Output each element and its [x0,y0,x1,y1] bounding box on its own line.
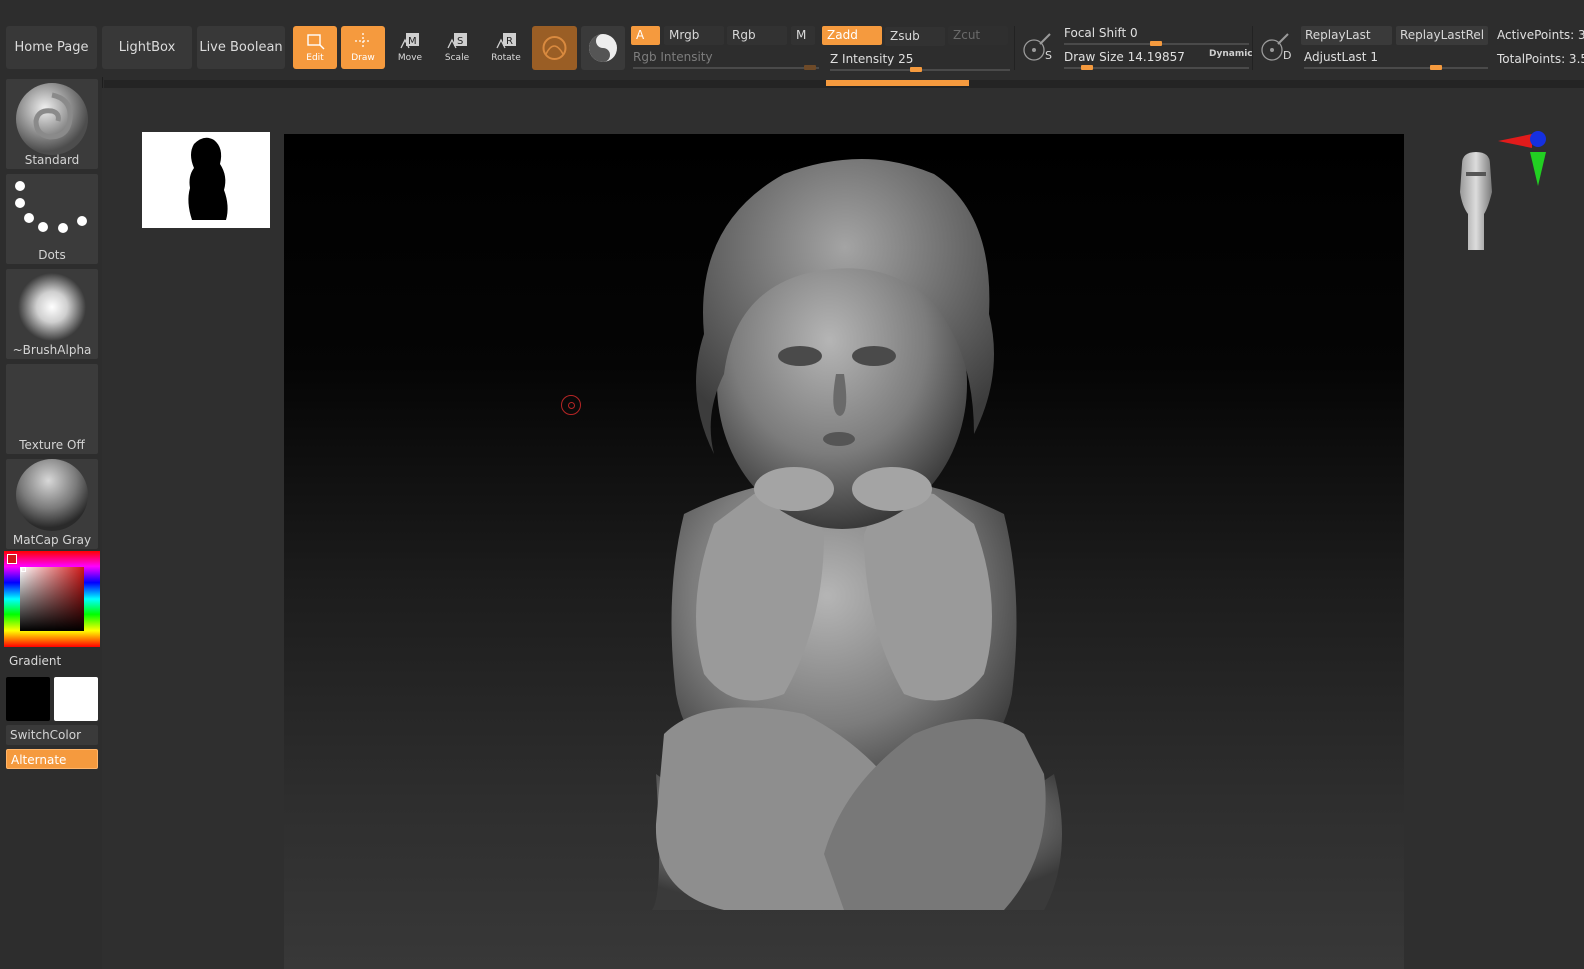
focal-shift-value: 0 [1130,26,1138,40]
z-intensity-value: 25 [898,52,914,66]
brush-slot[interactable]: Standard [6,79,98,169]
scale-icon: S [447,33,467,49]
viewport-canvas[interactable] [284,134,1404,969]
brush-alpha-icon [18,273,86,341]
brush-s-letter: S [1045,49,1052,62]
total-points-readout: TotalPoints: 3.54 [1497,52,1584,66]
brush-d-letter: D [1283,49,1292,62]
draw-icon [355,33,371,49]
color-picker-cursor [21,567,26,572]
live-boolean-button[interactable]: Live Boolean [197,26,285,69]
alpha-slot[interactable]: ~BrushAlpha [6,269,98,359]
home-page-button[interactable]: Home Page [6,26,97,69]
brush-s-icon [1023,33,1051,61]
replay-last-rel-button[interactable]: ReplayLastRel [1396,26,1488,45]
rgb-intensity-slider[interactable] [633,67,819,69]
move-label: Move [397,53,423,63]
draw-size-label: Draw Size [1064,50,1124,64]
navigation-thumbnail[interactable] [142,132,270,228]
scale-label: Scale [444,53,470,63]
focal-shift-readout: Focal Shift 0 [1064,26,1138,40]
rgb-intensity-label: Rgb Intensity [633,50,713,64]
rotate-button[interactable]: R Rotate [484,26,528,69]
active-points-readout: ActivePoints: 3.5 [1497,28,1584,42]
svg-text:S: S [457,36,463,47]
cherub-sculpt-model [652,159,1062,910]
adjust-last-slider[interactable] [1304,67,1488,69]
brush-cursor [561,395,581,415]
lazy-mouse-d-button[interactable]: D [1256,30,1296,68]
zadd-toggle[interactable]: Zadd [822,26,882,45]
move-button[interactable]: M Move [388,26,432,69]
left-panel: Standard Dots ~BrushAlpha Texture Off Ma… [0,77,103,969]
svg-text:M: M [408,36,417,47]
draw-button[interactable]: Draw [341,26,385,69]
color-picker-square[interactable] [20,567,84,631]
rgb-intensity-knob[interactable] [804,65,816,70]
yin-yang-icon [589,34,617,62]
draw-size-value: 14.19857 [1127,50,1185,64]
color-picker[interactable] [4,551,100,647]
draw-size-knob[interactable] [1081,65,1093,70]
adjust-last-label: AdjustLast [1304,50,1367,64]
alternate-button[interactable]: Alternate [6,749,98,769]
stroke-name: Dots [38,248,66,262]
edit-icon [307,34,325,50]
silhouette-thumbnail-image [188,137,228,220]
stroke-slot[interactable]: Dots [6,174,98,264]
focal-shift-knob[interactable] [1150,41,1162,46]
z-intensity-label: Z Intensity [830,52,895,66]
mrgb-toggle[interactable]: Mrgb [664,26,724,45]
rotate-label: Rotate [491,53,521,63]
shelf-active-indicator [826,80,969,86]
z-intensity-readout: Z Intensity 25 [830,52,913,66]
material-picker-button[interactable] [532,26,577,70]
dots-stroke-icon [15,181,87,233]
adjust-last-value: 1 [1370,50,1378,64]
top-toolbar: Home Page LightBox Live Boolean Edit Dra… [0,0,1584,88]
edit-label: Edit [306,53,324,63]
draw-label: Draw [351,53,375,63]
z-intensity-knob[interactable] [910,67,922,72]
adjust-last-readout: AdjustLast 1 [1304,50,1378,64]
zcut-toggle[interactable]: Zcut [948,26,1008,45]
toolbar-divider [1014,26,1015,70]
brush-name: Standard [24,153,80,167]
gradient-label[interactable]: Gradient [9,654,61,668]
draw-size-readout: Draw Size 14.19857 [1064,50,1185,64]
dynamic-toggle[interactable]: Dynamic [1209,49,1253,59]
a-toggle[interactable]: A [631,26,660,45]
scale-button[interactable]: S Scale [435,26,479,69]
replay-last-button[interactable]: ReplayLast [1301,26,1392,45]
zsub-toggle[interactable]: Zsub [885,27,945,46]
m-toggle[interactable]: M [791,26,815,45]
lightbox-button[interactable]: LightBox [102,26,192,69]
texture-slot[interactable]: Texture Off [6,364,98,454]
adjust-last-knob[interactable] [1430,65,1442,70]
rotate-icon: R [496,33,516,49]
material-sphere-icon [542,36,567,60]
move-icon: M [400,33,419,49]
rgb-toggle[interactable]: Rgb [727,26,787,45]
matcap-sphere-icon [16,459,88,531]
alpha-name: ~BrushAlpha [12,343,92,357]
switch-color-button[interactable]: SwitchColor [6,725,98,745]
toolbar-divider [1252,26,1253,70]
head-gizmo-icon [1460,131,1546,250]
orientation-gizmo[interactable] [1448,130,1558,260]
material-slot[interactable]: MatCap Gray [6,459,98,549]
focal-shift-label: Focal Shift [1064,26,1127,40]
color-mode-button[interactable] [581,26,625,70]
lazy-mouse-s-button[interactable]: S [1018,30,1058,68]
texture-name: Texture Off [19,438,85,452]
edit-button[interactable]: Edit [293,26,337,69]
secondary-color-swatch[interactable] [6,677,50,721]
color-picker-marker[interactable] [7,554,17,564]
material-name: MatCap Gray [12,533,92,547]
main-color-swatch[interactable] [54,677,98,721]
standard-brush-icon [16,83,88,155]
svg-text:R: R [506,36,513,47]
